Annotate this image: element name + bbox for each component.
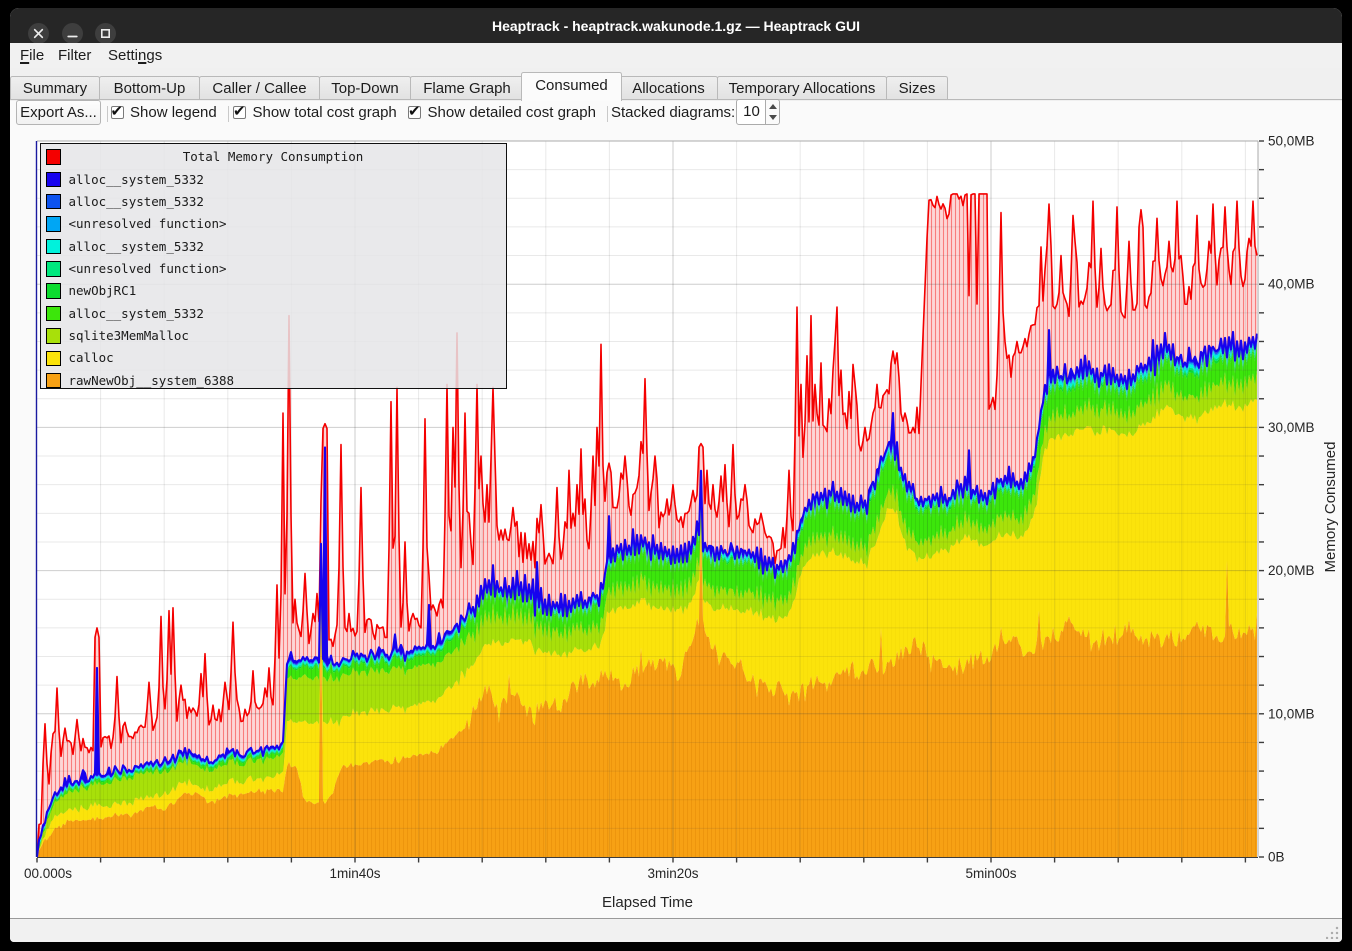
tab-bottom-up[interactable]: Bottom-Up [99, 76, 200, 100]
spin-down-icon[interactable] [769, 115, 777, 120]
legend-swatch-icon [46, 261, 61, 276]
stacked-diagrams-spinbox[interactable]: 10 [736, 99, 780, 125]
stacked-diagrams-label: Stacked diagrams: [611, 101, 735, 125]
app-window: Heaptrack - heaptrack.wakunode.1.gz — He… [10, 8, 1342, 942]
legend-swatch-icon [46, 306, 61, 321]
spin-up-icon[interactable] [769, 104, 777, 109]
legend-row-total: Total Memory Consumption [41, 146, 506, 168]
legend-label: rawNewObj__system_6388 [69, 370, 235, 392]
y-tick-label: 20,0MB [1268, 563, 1315, 578]
legend-row: sqlite3MemMalloc [41, 325, 506, 347]
toolbar-separator [228, 106, 229, 122]
checkmark-icon: ✔ [233, 102, 246, 120]
export-as-button[interactable]: Export As... [16, 100, 101, 125]
menu-file[interactable]: File [20, 43, 44, 68]
legend-row: rawNewObj__system_6388 [41, 370, 506, 392]
x-tick-label: 5min00s [965, 866, 1016, 881]
tab-sizes[interactable]: Sizes [886, 76, 948, 100]
legend-label: sqlite3MemMalloc [69, 325, 189, 347]
toolbar: Export As... Stacked diagrams: 10 ✔ Show … [10, 101, 1342, 131]
x-axis-title: Elapsed Time [37, 894, 1258, 911]
chart-legend: Total Memory Consumptionalloc__system_53… [40, 143, 507, 389]
legend-swatch-icon [46, 351, 61, 366]
legend-swatch-icon [46, 194, 61, 209]
checkmark-icon: ✔ [111, 102, 124, 120]
checkbox-label: Show legend [130, 101, 217, 125]
checkbox-label: Show detailed cost graph [428, 101, 596, 125]
tab-consumed[interactable]: Consumed [521, 72, 622, 101]
legend-label: newObjRC1 [69, 280, 137, 302]
legend-row: <unresolved function> [41, 213, 506, 235]
legend-label: <unresolved function> [69, 213, 227, 235]
y-tick-label: 40,0MB [1268, 277, 1315, 292]
legend-label: <unresolved function> [69, 258, 227, 280]
y-tick-label: 50,0MB [1268, 134, 1315, 149]
legend-row: alloc__system_5332 [41, 303, 506, 325]
legend-swatch-icon [46, 373, 61, 388]
tab-flame-graph[interactable]: Flame Graph [410, 76, 524, 100]
x-tick-label: 00.000s [24, 866, 72, 881]
y-tick-label: 10,0MB [1268, 706, 1315, 721]
checkbox-icon: ✔ [408, 106, 421, 119]
legend-label: alloc__system_5332 [69, 236, 204, 258]
spinbox-value: 10 [737, 100, 766, 124]
legend-row: calloc [41, 347, 506, 369]
resize-grip[interactable] [1326, 926, 1339, 939]
legend-title: Total Memory Consumption [41, 146, 506, 168]
y-axis-title: Memory Consumed [1322, 357, 1340, 657]
legend-row: alloc__system_5332 [41, 169, 506, 191]
memory-chart: 00.000s 1min40s 3min20s 5min00s 0B 10,0MB 20,0… [10, 131, 1342, 918]
legend-label: calloc [69, 347, 114, 369]
status-bar [10, 918, 1342, 943]
x-tick-label: 3min20s [647, 866, 698, 881]
legend-swatch-icon [46, 283, 61, 298]
menu-settings[interactable]: Settings [108, 43, 162, 68]
y-tick-label: 30,0MB [1268, 420, 1315, 435]
tab-summary[interactable]: Summary [10, 76, 100, 100]
checkbox-icon: ✔ [111, 106, 124, 119]
menu-bar: File Filter Settings [10, 43, 1342, 68]
menu-filter[interactable]: Filter [58, 43, 91, 68]
toolbar-separator [607, 106, 608, 122]
tab-top-down[interactable]: Top-Down [319, 76, 411, 100]
tab-caller-callee[interactable]: Caller / Callee [199, 76, 320, 100]
checkbox-label: Show total cost graph [253, 101, 397, 125]
checkbox-icon: ✔ [233, 106, 246, 119]
legend-row: <unresolved function> [41, 258, 506, 280]
legend-swatch-icon [46, 328, 61, 343]
checkmark-icon: ✔ [408, 102, 421, 120]
legend-swatch-icon [46, 172, 61, 187]
toolbar-separator [107, 106, 108, 122]
legend-row: newObjRC1 [41, 280, 506, 302]
legend-row: alloc__system_5332 [41, 236, 506, 258]
legend-swatch-icon [46, 239, 61, 254]
title-bar: Heaptrack - heaptrack.wakunode.1.gz — He… [10, 8, 1342, 43]
tab-temporary-allocations[interactable]: Temporary Allocations [717, 76, 887, 100]
x-tick-label: 1min40s [329, 866, 380, 881]
legend-row: alloc__system_5332 [41, 191, 506, 213]
tab-bar: SummaryBottom-UpCaller / CalleeTop-DownF… [10, 68, 1342, 101]
legend-swatch-icon [46, 216, 61, 231]
window-title: Heaptrack - heaptrack.wakunode.1.gz — He… [10, 8, 1342, 43]
tab-allocations[interactable]: Allocations [619, 76, 718, 100]
y-tick-label: 0B [1268, 850, 1285, 865]
legend-label: alloc__system_5332 [69, 303, 204, 325]
legend-label: alloc__system_5332 [69, 169, 204, 191]
legend-label: alloc__system_5332 [69, 191, 204, 213]
